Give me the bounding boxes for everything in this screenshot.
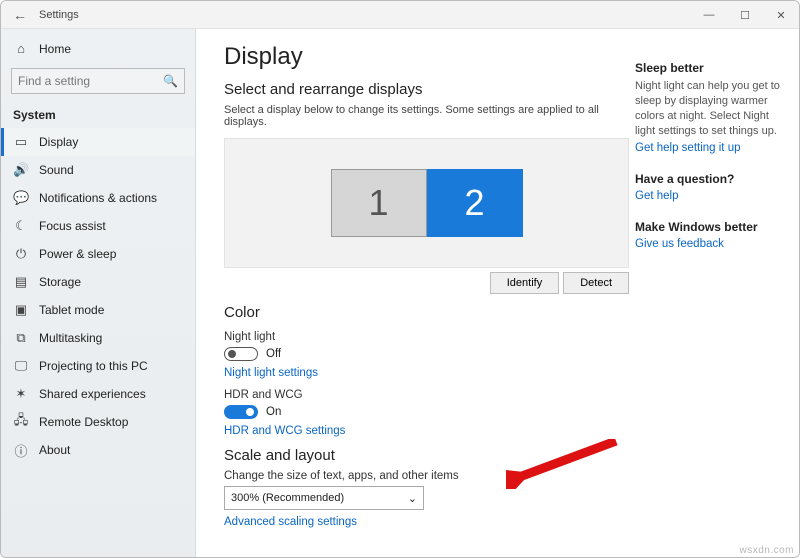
- focus-assist-icon: ☾: [13, 218, 29, 234]
- night-light-settings-link[interactable]: Night light settings: [224, 367, 609, 379]
- tip-sleep-link[interactable]: Get help setting it up: [635, 142, 785, 154]
- close-button[interactable]: ✕: [763, 1, 799, 29]
- sidebar-item-label: Shared experiences: [39, 387, 146, 401]
- watermark: wsxdn.com: [739, 545, 794, 556]
- sidebar-item-projecting[interactable]: 🖵 Projecting to this PC: [1, 352, 195, 380]
- multitasking-icon: ⧉: [13, 330, 29, 346]
- sidebar-item-sound[interactable]: 🔊 Sound: [1, 156, 195, 184]
- arrange-desc: Select a display below to change its set…: [224, 104, 609, 128]
- arrange-heading: Select and rearrange displays: [224, 81, 609, 98]
- sidebar-heading: System: [1, 104, 195, 128]
- sidebar-item-label: Sound: [39, 163, 74, 177]
- sidebar-item-notifications[interactable]: 💬 Notifications & actions: [1, 184, 195, 212]
- search-placeholder: Find a setting: [18, 74, 90, 88]
- sound-icon: 🔊: [13, 162, 29, 178]
- feedback-link[interactable]: Give us feedback: [635, 238, 785, 250]
- tablet-icon: ▣: [13, 302, 29, 318]
- tip-question-title: Have a question?: [635, 172, 785, 186]
- display-icon: ▭: [13, 134, 29, 150]
- monitor-2[interactable]: 2: [427, 169, 523, 237]
- sidebar-item-label: Notifications & actions: [39, 191, 157, 205]
- sidebar-item-storage[interactable]: ▤ Storage: [1, 268, 195, 296]
- sidebar-home[interactable]: ⌂ Home: [1, 35, 195, 62]
- sidebar-item-display[interactable]: ▭ Display: [1, 128, 195, 156]
- color-heading: Color: [224, 304, 609, 321]
- projecting-icon: 🖵: [13, 358, 29, 374]
- tips-panel: Sleep better Night light can help you ge…: [629, 29, 799, 557]
- identify-button[interactable]: Identify: [490, 272, 559, 294]
- sidebar-item-label: Multitasking: [39, 331, 102, 345]
- page-title: Display: [224, 43, 609, 71]
- detect-button[interactable]: Detect: [563, 272, 629, 294]
- back-button[interactable]: ←: [1, 7, 39, 23]
- advanced-scaling-link[interactable]: Advanced scaling settings: [224, 516, 609, 528]
- tip-sleep-title: Sleep better: [635, 61, 785, 75]
- scale-heading: Scale and layout: [224, 447, 609, 464]
- scale-select[interactable]: 300% (Recommended) ⌄: [224, 486, 424, 510]
- sidebar-item-label: Remote Desktop: [39, 415, 128, 429]
- monitor-1[interactable]: 1: [331, 169, 427, 237]
- remote-icon: 🖧: [13, 411, 29, 433]
- notifications-icon: 💬: [13, 190, 29, 206]
- sidebar-item-power-sleep[interactable]: ⏻ Power & sleep: [1, 240, 195, 268]
- get-help-link[interactable]: Get help: [635, 190, 785, 202]
- hdr-toggle[interactable]: [224, 405, 258, 419]
- display-arrangement[interactable]: 1 2: [224, 138, 629, 268]
- tip-feedback-title: Make Windows better: [635, 220, 785, 234]
- hdr-label: HDR and WCG: [224, 389, 609, 401]
- storage-icon: ▤: [13, 274, 29, 290]
- sidebar-item-label: Tablet mode: [39, 303, 104, 317]
- power-icon: ⏻: [13, 246, 29, 262]
- search-input[interactable]: Find a setting 🔍: [11, 68, 185, 94]
- night-light-toggle[interactable]: [224, 347, 258, 361]
- sidebar-item-about[interactable]: ⓘ About: [1, 436, 195, 464]
- sidebar-item-shared-experiences[interactable]: ✶ Shared experiences: [1, 380, 195, 408]
- sidebar-item-label: About: [39, 443, 70, 457]
- sidebar: ⌂ Home Find a setting 🔍 System ▭ Display…: [1, 29, 196, 557]
- search-icon: 🔍: [163, 74, 178, 88]
- tip-sleep-body: Night light can help you get to sleep by…: [635, 79, 785, 138]
- hdr-settings-link[interactable]: HDR and WCG settings: [224, 425, 609, 437]
- sidebar-item-focus-assist[interactable]: ☾ Focus assist: [1, 212, 195, 240]
- sidebar-item-remote-desktop[interactable]: 🖧 Remote Desktop: [1, 408, 195, 436]
- night-light-state: Off: [266, 348, 281, 360]
- sidebar-item-multitasking[interactable]: ⧉ Multitasking: [1, 324, 195, 352]
- maximize-button[interactable]: ☐: [727, 1, 763, 29]
- sidebar-item-label: Projecting to this PC: [39, 359, 148, 373]
- night-light-label: Night light: [224, 331, 609, 343]
- sidebar-item-label: Power & sleep: [39, 247, 116, 261]
- chevron-down-icon: ⌄: [408, 492, 417, 505]
- home-icon: ⌂: [13, 41, 29, 56]
- scale-value: 300% (Recommended): [231, 492, 344, 504]
- sidebar-item-label: Focus assist: [39, 219, 106, 233]
- minimize-button[interactable]: —: [691, 1, 727, 29]
- scale-label: Change the size of text, apps, and other…: [224, 470, 609, 482]
- sidebar-item-tablet-mode[interactable]: ▣ Tablet mode: [1, 296, 195, 324]
- about-icon: ⓘ: [13, 441, 29, 460]
- window-title: Settings: [39, 9, 79, 21]
- hdr-state: On: [266, 406, 281, 418]
- sidebar-item-label: Storage: [39, 275, 81, 289]
- shared-icon: ✶: [13, 386, 29, 402]
- sidebar-item-label: Display: [39, 135, 78, 149]
- sidebar-home-label: Home: [39, 42, 71, 56]
